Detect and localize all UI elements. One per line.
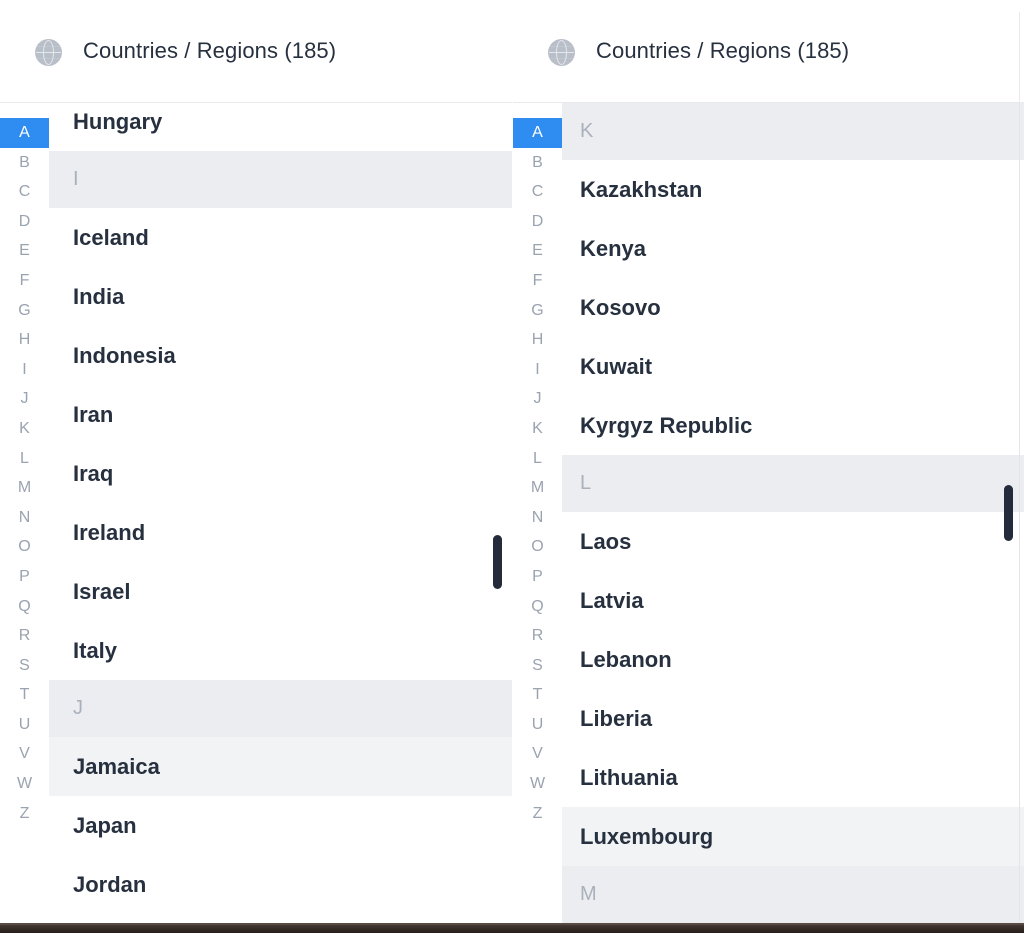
- list-item[interactable]: Laos: [562, 512, 1024, 571]
- app-root: Countries / Regions (185) ABCDEFGHIJKLMN…: [0, 0, 1024, 933]
- country-list-left: Hungary I Iceland India Indonesia Iran Iraq Ire…: [49, 103, 512, 914]
- list-item[interactable]: Iraq: [49, 444, 512, 503]
- alpha-index-letter-s[interactable]: S: [0, 651, 49, 681]
- alpha-index-letter-n[interactable]: N: [0, 503, 49, 533]
- alpha-index-letter-g[interactable]: G: [513, 296, 562, 326]
- alpha-index-letter-l[interactable]: L: [513, 444, 562, 474]
- alpha-index-letter-p[interactable]: P: [0, 562, 49, 592]
- list-item[interactable]: Kazakhstan: [562, 160, 1024, 219]
- vertical-scrollbar-left[interactable]: [493, 535, 502, 589]
- alpha-index-letter-n[interactable]: N: [513, 503, 562, 533]
- panel-body-left: ABCDEFGHIJKLMNOPQRSTUVWZ Hungary I Iceland…: [0, 103, 512, 933]
- window-edge-divider: [1019, 103, 1020, 933]
- list-item[interactable]: Liberia: [562, 689, 1024, 748]
- list-item[interactable]: Jordan: [49, 855, 512, 914]
- alpha-index-letter-r[interactable]: R: [513, 621, 562, 651]
- alpha-index-letter-i[interactable]: I: [513, 355, 562, 385]
- alpha-index-letter-c[interactable]: C: [0, 177, 49, 207]
- list-item[interactable]: Luxembourg: [562, 807, 1024, 866]
- alpha-index-letter-k[interactable]: K: [0, 414, 49, 444]
- alpha-index-letter-t[interactable]: T: [0, 680, 49, 710]
- list-section-header: M: [562, 866, 1024, 923]
- alpha-index-letter-b[interactable]: B: [0, 148, 49, 178]
- list-item[interactable]: Israel: [49, 562, 512, 621]
- alpha-index-letter-z[interactable]: Z: [513, 799, 562, 829]
- alpha-index-letter-v[interactable]: V: [513, 739, 562, 769]
- panel-header-right: Countries / Regions (185): [513, 0, 1024, 103]
- os-bottom-strip: [0, 923, 1024, 933]
- alpha-index-letter-w[interactable]: W: [0, 769, 49, 799]
- alpha-index-letter-j[interactable]: J: [513, 384, 562, 414]
- alpha-index-letter-o[interactable]: O: [0, 532, 49, 562]
- list-item[interactable]: Lebanon: [562, 630, 1024, 689]
- alpha-index-letter-m[interactable]: M: [0, 473, 49, 503]
- list-item[interactable]: India: [49, 267, 512, 326]
- country-list-viewport-right[interactable]: K Kazakhstan Kenya Kosovo Kuwait Kyrgyz Repub…: [562, 103, 1024, 933]
- list-item[interactable]: Ireland: [49, 503, 512, 562]
- alpha-index-letter-q[interactable]: Q: [0, 592, 49, 622]
- alpha-index-letter-g[interactable]: G: [0, 296, 49, 326]
- list-item[interactable]: Kuwait: [562, 337, 1024, 396]
- panel-header-left: Countries / Regions (185): [0, 0, 512, 103]
- alpha-index-letter-p[interactable]: P: [513, 562, 562, 592]
- countries-panel-right: Countries / Regions (185) ABCDEFGHIJKLMN…: [512, 0, 1024, 933]
- list-item[interactable]: Lithuania: [562, 748, 1024, 807]
- alpha-index-letter-h[interactable]: H: [513, 325, 562, 355]
- panel-body-right: ABCDEFGHIJKLMNOPQRSTUVWZ K Kazakhstan Keny…: [513, 103, 1024, 933]
- list-item[interactable]: Kenya: [562, 219, 1024, 278]
- list-item[interactable]: Indonesia: [49, 326, 512, 385]
- alpha-index-letter-d[interactable]: D: [0, 207, 49, 237]
- alpha-index-letter-o[interactable]: O: [513, 532, 562, 562]
- vertical-scrollbar-right[interactable]: [1004, 485, 1013, 541]
- list-item[interactable]: Kyrgyz Republic: [562, 396, 1024, 455]
- countries-panel-left: Countries / Regions (185) ABCDEFGHIJKLMN…: [0, 0, 512, 933]
- alpha-index-letter-u[interactable]: U: [513, 710, 562, 740]
- alpha-index-letter-t[interactable]: T: [513, 680, 562, 710]
- alpha-index-letter-e[interactable]: E: [513, 236, 562, 266]
- page-title: Countries / Regions (185): [83, 38, 337, 63]
- globe-icon: [548, 38, 575, 66]
- alpha-index-letter-z[interactable]: Z: [0, 799, 49, 829]
- alpha-index-letter-l[interactable]: L: [0, 444, 49, 474]
- alpha-index-letter-b[interactable]: B: [513, 148, 562, 178]
- alpha-index-letter-c[interactable]: C: [513, 177, 562, 207]
- list-item[interactable]: Jamaica: [49, 737, 512, 796]
- list-section-header: J: [49, 680, 512, 737]
- country-list-viewport-left[interactable]: Hungary I Iceland India Indonesia Iran Iraq Ire…: [49, 103, 512, 933]
- alpha-index-letter-m[interactable]: M: [513, 473, 562, 503]
- alpha-index-letter-a[interactable]: A: [0, 118, 49, 148]
- alpha-index-letter-i[interactable]: I: [0, 355, 49, 385]
- window-edge-divider-top: [1019, 12, 1020, 108]
- alpha-index-letter-f[interactable]: F: [513, 266, 562, 296]
- page-title: Countries / Regions (185): [596, 38, 850, 63]
- list-item[interactable]: Hungary: [49, 103, 512, 151]
- list-section-header: L: [562, 455, 1024, 512]
- alpha-index-letter-f[interactable]: F: [0, 266, 49, 296]
- alpha-index-letter-a[interactable]: A: [513, 118, 562, 148]
- alpha-index-letter-e[interactable]: E: [0, 236, 49, 266]
- list-item[interactable]: Japan: [49, 796, 512, 855]
- alpha-index-letter-d[interactable]: D: [513, 207, 562, 237]
- list-item[interactable]: Kosovo: [562, 278, 1024, 337]
- list-item[interactable]: Iran: [49, 385, 512, 444]
- alpha-index-letter-s[interactable]: S: [513, 651, 562, 681]
- alpha-index-letter-h[interactable]: H: [0, 325, 49, 355]
- globe-icon: [35, 38, 62, 66]
- alpha-index-letter-j[interactable]: J: [0, 384, 49, 414]
- alpha-index-letter-r[interactable]: R: [0, 621, 49, 651]
- list-item[interactable]: Latvia: [562, 571, 1024, 630]
- alphabet-index-left[interactable]: ABCDEFGHIJKLMNOPQRSTUVWZ: [0, 103, 49, 933]
- alpha-index-letter-q[interactable]: Q: [513, 592, 562, 622]
- alphabet-index-right[interactable]: ABCDEFGHIJKLMNOPQRSTUVWZ: [513, 103, 562, 933]
- list-item[interactable]: Iceland: [49, 208, 512, 267]
- alpha-index-letter-v[interactable]: V: [0, 739, 49, 769]
- alpha-index-letter-w[interactable]: W: [513, 769, 562, 799]
- list-section-header: I: [49, 151, 512, 208]
- alpha-index-letter-k[interactable]: K: [513, 414, 562, 444]
- list-item[interactable]: Italy: [49, 621, 512, 680]
- country-list-right: K Kazakhstan Kenya Kosovo Kuwait Kyrgyz Repub…: [562, 103, 1024, 923]
- alpha-index-letter-u[interactable]: U: [0, 710, 49, 740]
- list-section-header: K: [562, 103, 1024, 160]
